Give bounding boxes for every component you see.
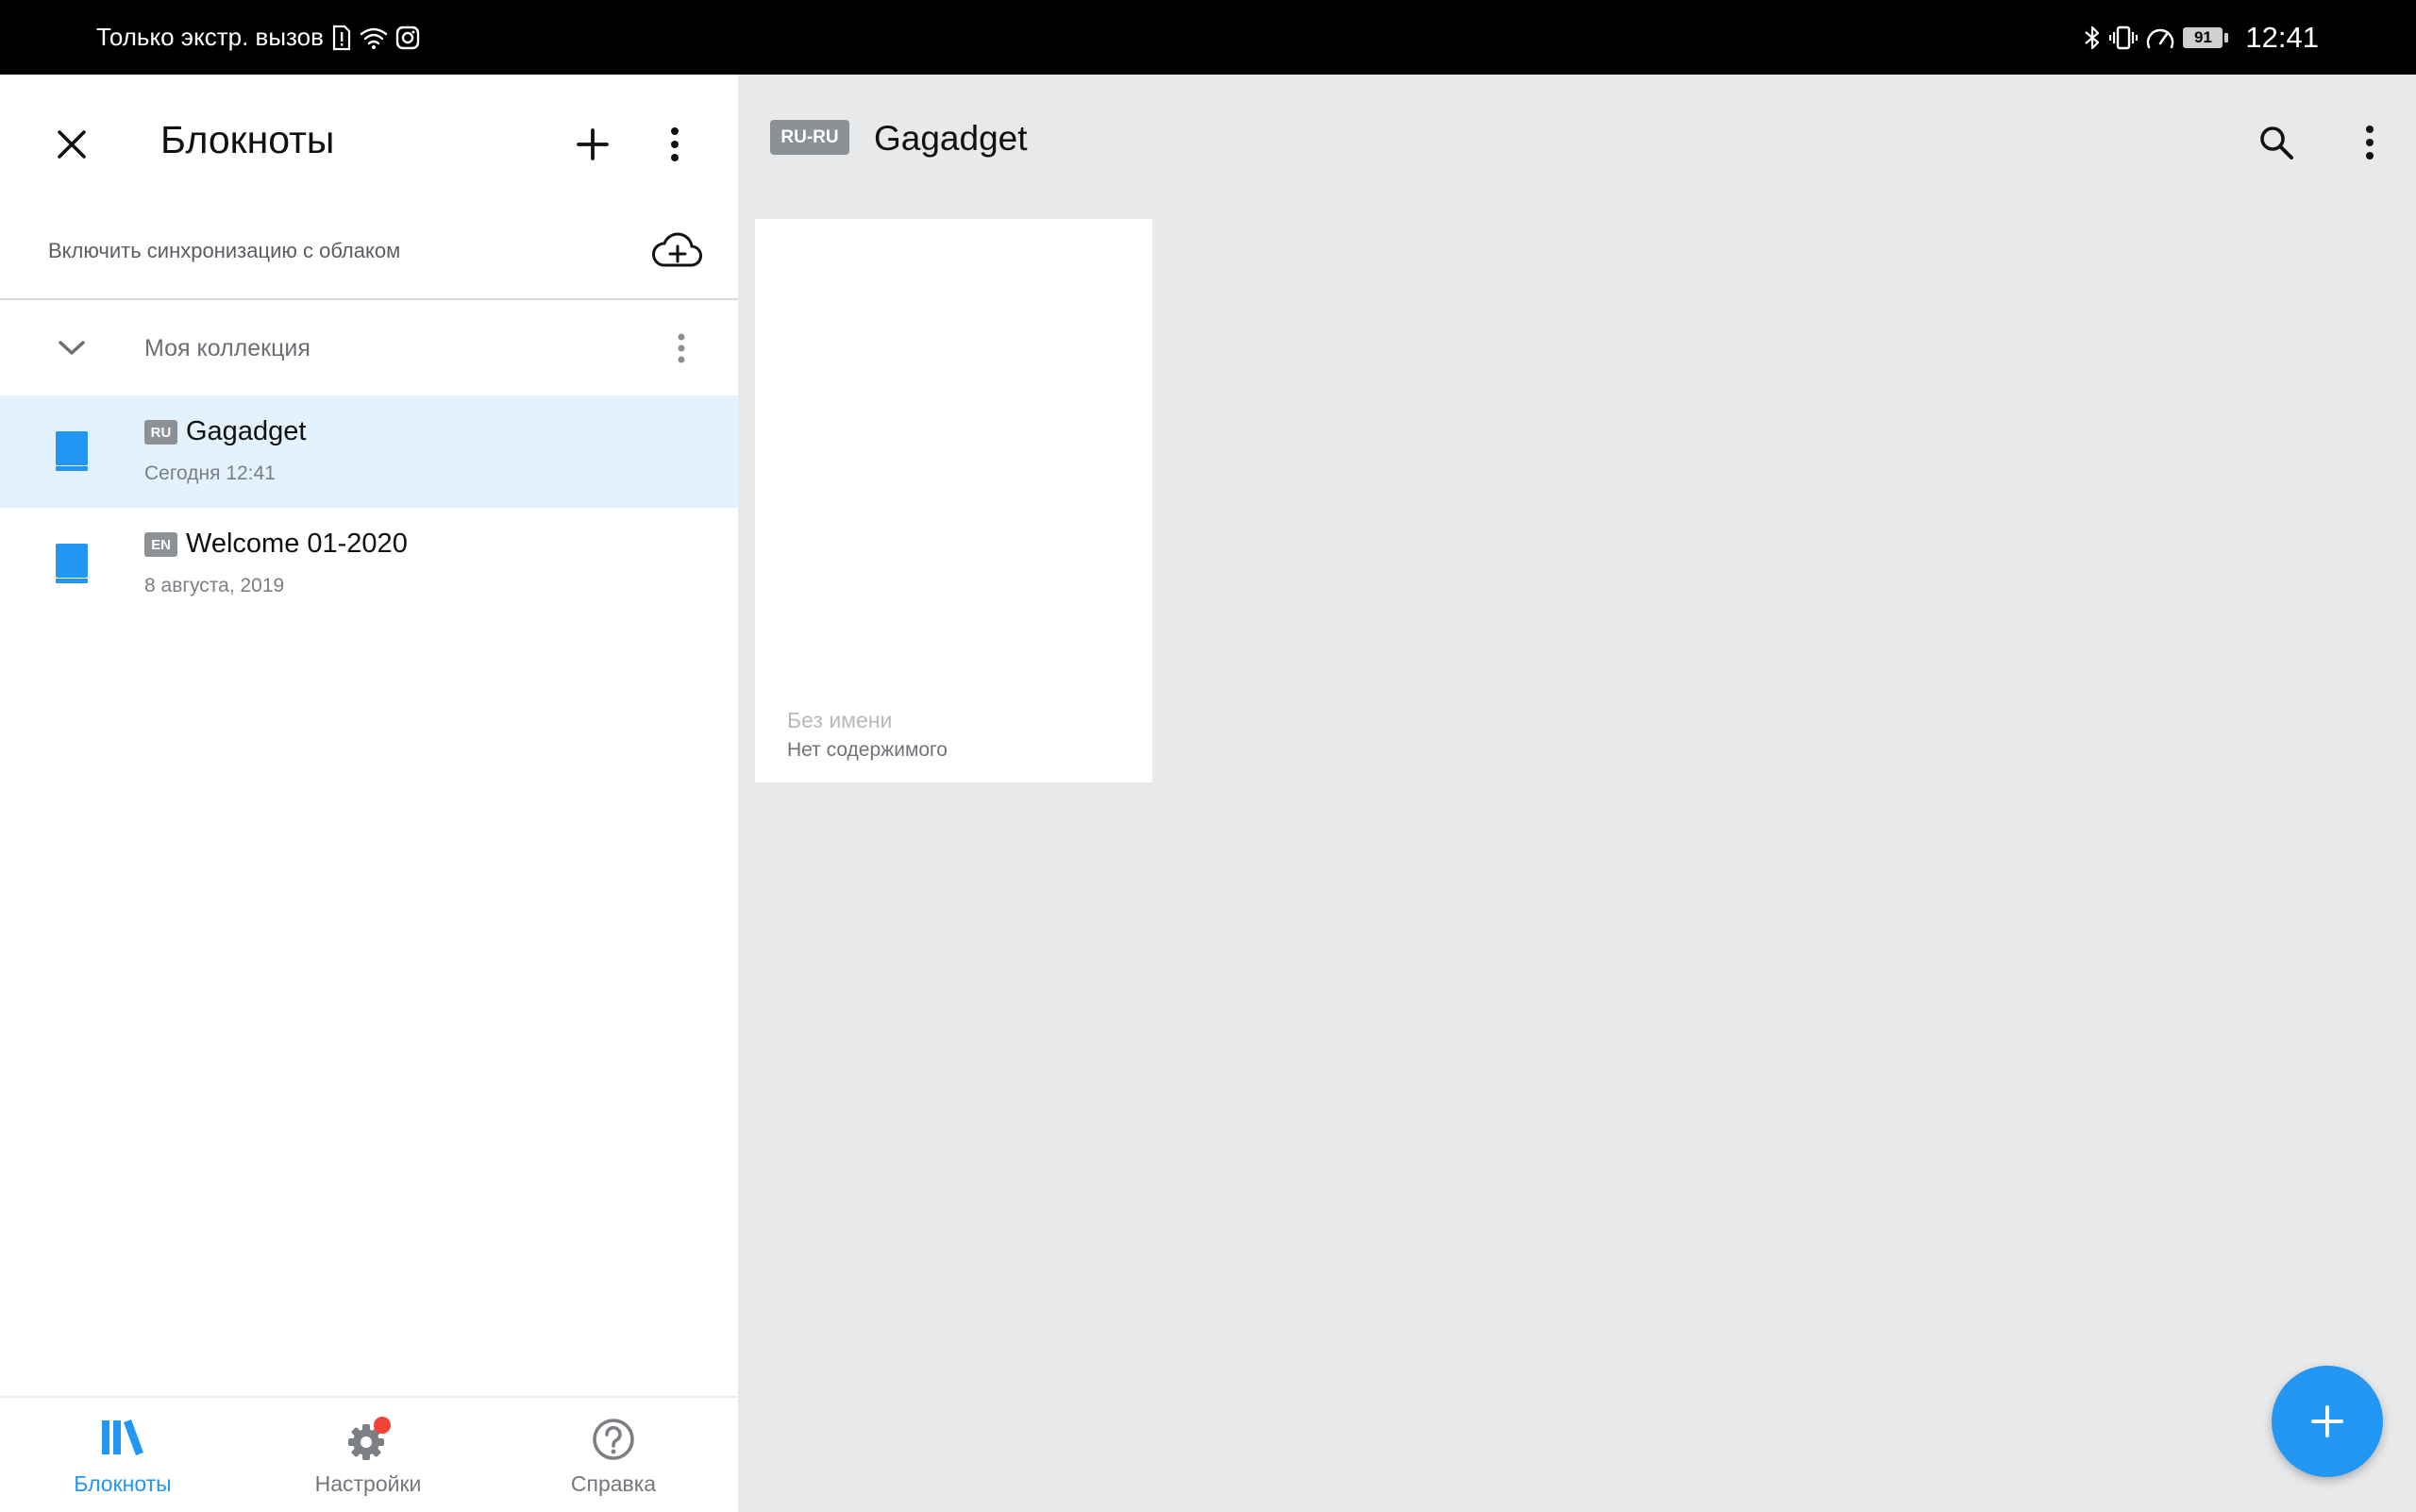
note-content-preview: Нет содержимого	[787, 739, 948, 761]
notification-dot	[374, 1417, 391, 1434]
notebook-overflow-menu-button[interactable]	[2349, 114, 2391, 171]
settings-gear-icon	[344, 1417, 392, 1464]
status-bar-left: Только экстр. вызов	[96, 0, 420, 75]
drawer-overflow-menu-button[interactable]	[651, 116, 698, 173]
notebook-item-welcome[interactable]: EN Welcome 01-2020 8 августа, 2019	[0, 508, 738, 620]
cloud-sync-row[interactable]: Включить синхронизацию с облаком	[0, 206, 738, 300]
collection-header[interactable]: Моя коллекция	[0, 301, 738, 395]
drawer-title: Блокноты	[160, 118, 335, 161]
more-vert-icon	[2366, 126, 2374, 160]
more-vert-icon	[671, 127, 679, 161]
library-books-icon	[98, 1417, 147, 1458]
notebook-lang-badge: EN	[144, 532, 177, 557]
search-button[interactable]	[2248, 114, 2305, 171]
notebook-title: Welcome 01-2020	[186, 529, 408, 559]
drawer-header: Блокноты	[0, 75, 738, 206]
nav-notebooks-label: Блокноты	[74, 1471, 172, 1496]
nav-help-label: Справка	[570, 1471, 657, 1496]
more-vert-icon	[678, 333, 685, 363]
vibrate-icon	[2109, 25, 2139, 51]
notebook-lang-badge: RU-RU	[770, 120, 849, 155]
note-title: Без имени	[787, 708, 893, 732]
nav-help-tab[interactable]: Справка	[519, 1398, 708, 1512]
battery-tip	[2224, 32, 2229, 42]
notebook-item-gagadget[interactable]: RU Gagadget Сегодня 12:41	[0, 395, 738, 508]
sim-alert-icon	[331, 25, 352, 51]
help-circle-icon	[591, 1417, 636, 1462]
carrier-text: Только экстр. вызов	[96, 23, 324, 51]
notebook-lang-badge: RU	[144, 420, 177, 445]
collection-name: Моя коллекция	[144, 335, 310, 361]
speedometer-icon	[2145, 25, 2175, 51]
instagram-icon	[395, 25, 420, 50]
notebooks-drawer: Блокноты Включить синхронизацию с облако…	[0, 75, 738, 1512]
chevron-down-icon	[59, 341, 85, 355]
wifi-icon	[360, 25, 388, 50]
close-icon	[58, 130, 86, 159]
status-bar-right: 91 12:41	[2083, 0, 2319, 75]
collapse-collection-button[interactable]	[53, 331, 91, 365]
plus-icon	[577, 128, 609, 160]
bottom-navigation: Блокноты Настройки Справка	[0, 1396, 738, 1512]
add-notebook-button[interactable]	[564, 116, 621, 173]
cloud-sync-text: Включить синхронизацию с облаком	[48, 239, 401, 262]
nav-settings-label: Настройки	[314, 1471, 422, 1496]
cloud-add-icon	[652, 232, 702, 267]
notebook-date: Сегодня 12:41	[144, 462, 276, 484]
notebook-toolbar: RU-RU Gagadget	[738, 75, 2416, 206]
collection-menu-button[interactable]	[664, 329, 698, 367]
bluetooth-icon	[2083, 25, 2102, 51]
nav-notebooks-tab[interactable]: Блокноты	[28, 1398, 217, 1512]
notebook-icon	[55, 543, 89, 584]
battery-icon: 91	[2183, 26, 2229, 48]
close-button[interactable]	[43, 116, 100, 173]
notebook-icon	[55, 430, 89, 472]
notebook-title: Gagadget	[186, 416, 307, 446]
nav-settings-tab[interactable]: Настройки	[274, 1398, 462, 1512]
plus-icon	[2311, 1405, 2343, 1437]
notebook-title: Gagadget	[874, 119, 1028, 158]
status-time: 12:41	[2245, 20, 2319, 54]
add-note-fab[interactable]	[2272, 1366, 2383, 1477]
status-bar: Только экстр. вызов 91 12:41	[0, 0, 2416, 75]
cloud-sync-button[interactable]	[651, 229, 702, 271]
battery-level: 91	[2183, 26, 2223, 48]
note-card[interactable]: Без имени Нет содержимого	[755, 219, 1152, 782]
notebook-date: 8 августа, 2019	[144, 575, 285, 596]
search-icon	[2260, 126, 2293, 160]
